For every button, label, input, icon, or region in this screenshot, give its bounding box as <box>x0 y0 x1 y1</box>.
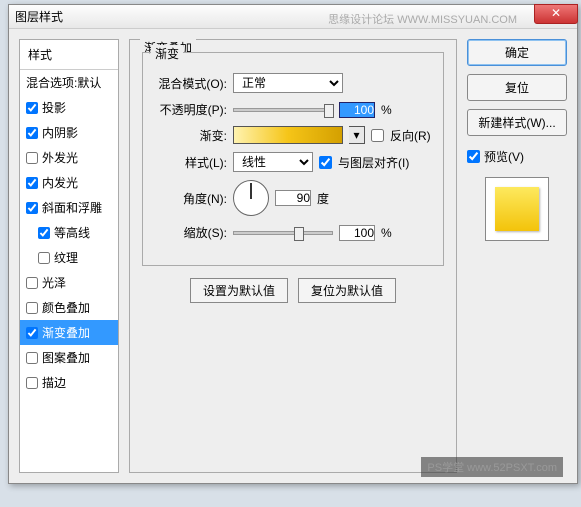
style-checkbox-6[interactable] <box>38 252 50 264</box>
gradient-label: 渐变: <box>153 127 227 144</box>
style-label-8: 颜色叠加 <box>42 299 90 316</box>
style-checkbox-5[interactable] <box>38 227 50 239</box>
angle-unit: 度 <box>317 190 329 207</box>
gradient-swatch[interactable] <box>233 126 343 144</box>
make-default-button[interactable]: 设置为默认值 <box>190 278 288 303</box>
scale-unit: % <box>381 226 392 240</box>
reverse-checkbox[interactable] <box>371 129 384 142</box>
style-label-6: 纹理 <box>54 249 78 266</box>
sidebar-header: 样式 <box>20 40 118 70</box>
new-style-button[interactable]: 新建样式(W)... <box>467 109 567 136</box>
titlebar: 图层样式 思缘设计论坛 WWW.MISSYUAN.COM ✕ <box>9 5 577 29</box>
scale-input[interactable] <box>339 225 375 241</box>
layer-style-dialog: 图层样式 思缘设计论坛 WWW.MISSYUAN.COM ✕ 样式 混合选项:默… <box>8 4 578 484</box>
style-checkbox-2[interactable] <box>26 152 38 164</box>
style-label-0: 投影 <box>42 99 66 116</box>
opacity-slider[interactable] <box>233 108 333 112</box>
blend-mode-select[interactable]: 正常 <box>233 73 343 93</box>
style-item-1[interactable]: 内阴影 <box>20 120 118 145</box>
ok-button[interactable]: 确定 <box>467 39 567 66</box>
style-item-5[interactable]: 等高线 <box>20 220 118 245</box>
gradient-overlay-panel: 渐变叠加 渐变 混合模式(O): 正常 不透明度(P): % 渐变: ▾ <box>129 39 457 473</box>
style-checkbox-8[interactable] <box>26 302 38 314</box>
blend-options-item[interactable]: 混合选项:默认 <box>20 70 118 95</box>
style-item-3[interactable]: 内发光 <box>20 170 118 195</box>
style-item-7[interactable]: 光泽 <box>20 270 118 295</box>
reset-default-button[interactable]: 复位为默认值 <box>298 278 396 303</box>
watermark-bottom: PS学堂 www.52PSXT.com <box>421 457 563 477</box>
scale-label: 缩放(S): <box>153 224 227 241</box>
style-item-6[interactable]: 纹理 <box>20 245 118 270</box>
style-select[interactable]: 线性 <box>233 152 313 172</box>
angle-label: 角度(N): <box>153 190 227 207</box>
style-label-1: 内阴影 <box>42 124 78 141</box>
right-button-panel: 确定 复位 新建样式(W)... 预览(V) <box>467 39 567 473</box>
style-label-9: 渐变叠加 <box>42 324 90 341</box>
preview-swatch <box>495 187 539 231</box>
watermark-top: 思缘设计论坛 WWW.MISSYUAN.COM <box>328 11 517 27</box>
style-checkbox-1[interactable] <box>26 127 38 139</box>
align-label: 与图层对齐(I) <box>338 154 409 171</box>
style-item-9[interactable]: 渐变叠加 <box>20 320 118 345</box>
close-button[interactable]: ✕ <box>534 4 578 24</box>
styles-sidebar: 样式 混合选项:默认 投影内阴影外发光内发光斜面和浮雕等高线纹理光泽颜色叠加渐变… <box>19 39 119 473</box>
angle-input[interactable] <box>275 190 311 206</box>
style-item-8[interactable]: 颜色叠加 <box>20 295 118 320</box>
style-label-2: 外发光 <box>42 149 78 166</box>
style-checkbox-7[interactable] <box>26 277 38 289</box>
style-checkbox-3[interactable] <box>26 177 38 189</box>
reverse-label: 反向(R) <box>390 127 431 144</box>
style-label: 样式(L): <box>153 154 227 171</box>
style-checkbox-9[interactable] <box>26 327 38 339</box>
gradient-fieldset: 渐变 混合模式(O): 正常 不透明度(P): % 渐变: ▾ 反向(R) <box>142 52 444 266</box>
preview-checkbox[interactable] <box>467 150 480 163</box>
style-item-10[interactable]: 图案叠加 <box>20 345 118 370</box>
style-checkbox-4[interactable] <box>26 202 38 214</box>
style-label-3: 内发光 <box>42 174 78 191</box>
style-item-2[interactable]: 外发光 <box>20 145 118 170</box>
cancel-button[interactable]: 复位 <box>467 74 567 101</box>
style-item-4[interactable]: 斜面和浮雕 <box>20 195 118 220</box>
style-label-11: 描边 <box>42 374 66 391</box>
scale-slider[interactable] <box>233 231 333 235</box>
opacity-label: 不透明度(P): <box>153 101 227 118</box>
style-label-4: 斜面和浮雕 <box>42 199 102 216</box>
blend-mode-label: 混合模式(O): <box>153 75 227 92</box>
gradient-dropdown-icon[interactable]: ▾ <box>349 126 365 144</box>
style-item-0[interactable]: 投影 <box>20 95 118 120</box>
style-checkbox-10[interactable] <box>26 352 38 364</box>
opacity-input[interactable] <box>339 102 375 118</box>
style-list: 混合选项:默认 投影内阴影外发光内发光斜面和浮雕等高线纹理光泽颜色叠加渐变叠加图… <box>20 70 118 472</box>
preview-label: 预览(V) <box>484 148 524 165</box>
fieldset-title: 渐变 <box>151 45 183 62</box>
style-checkbox-11[interactable] <box>26 377 38 389</box>
opacity-unit: % <box>381 103 392 117</box>
style-label-5: 等高线 <box>54 224 90 241</box>
angle-dial[interactable] <box>233 180 269 216</box>
style-label-7: 光泽 <box>42 274 66 291</box>
align-checkbox[interactable] <box>319 156 332 169</box>
preview-box <box>485 177 549 241</box>
style-checkbox-0[interactable] <box>26 102 38 114</box>
style-item-11[interactable]: 描边 <box>20 370 118 395</box>
style-label-10: 图案叠加 <box>42 349 90 366</box>
